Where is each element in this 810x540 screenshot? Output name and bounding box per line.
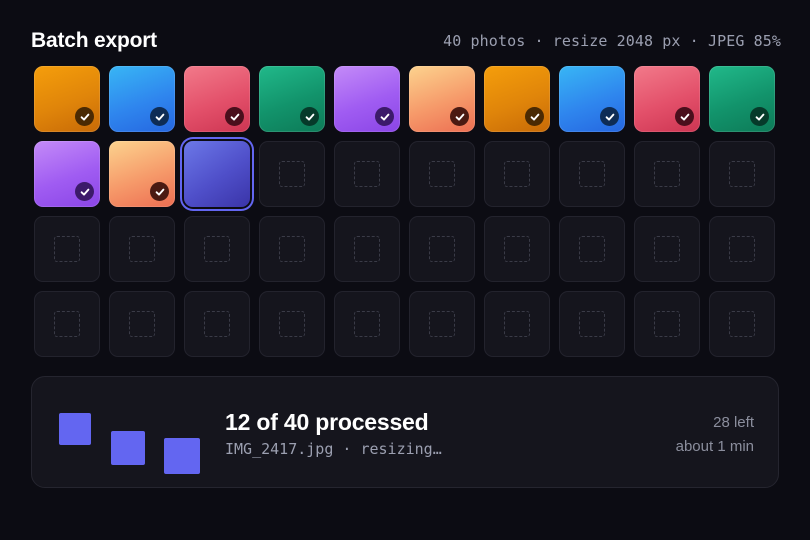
image-placeholder-icon <box>204 236 230 262</box>
photo-thumbnail-pending[interactable] <box>34 291 100 357</box>
photo-thumbnail-processed[interactable] <box>634 66 700 132</box>
checkmark-icon <box>450 107 469 126</box>
photo-thumbnail-processed[interactable] <box>34 141 100 207</box>
image-placeholder-icon <box>429 236 455 262</box>
checkmark-icon <box>675 107 694 126</box>
photo-thumbnail-pending[interactable] <box>109 291 175 357</box>
photo-thumbnail-pending[interactable] <box>709 216 775 282</box>
photo-thumbnail-pending[interactable] <box>259 291 325 357</box>
photo-thumbnail-pending[interactable] <box>334 216 400 282</box>
checkmark-icon <box>375 107 394 126</box>
photo-thumbnail-pending[interactable] <box>259 216 325 282</box>
photo-thumbnail-processing[interactable] <box>184 141 250 207</box>
time-estimate: about 1 min <box>675 438 754 455</box>
image-placeholder-icon <box>504 161 530 187</box>
checkmark-icon <box>525 107 544 126</box>
image-placeholder-icon <box>654 236 680 262</box>
processing-animation-square <box>59 413 91 445</box>
photo-thumbnail-processed[interactable] <box>34 66 100 132</box>
photo-thumbnail-pending[interactable] <box>559 291 625 357</box>
image-placeholder-icon <box>429 311 455 337</box>
photo-thumbnail-processed[interactable] <box>259 66 325 132</box>
processing-animation-square <box>164 438 200 474</box>
checkmark-icon <box>300 107 319 126</box>
photo-thumbnail-pending[interactable] <box>259 141 325 207</box>
photo-thumbnail-processed[interactable] <box>109 141 175 207</box>
image-placeholder-icon <box>654 311 680 337</box>
checkmark-icon <box>75 182 94 201</box>
image-placeholder-icon <box>54 311 80 337</box>
thumbnail-grid <box>34 66 775 357</box>
photo-thumbnail-pending[interactable] <box>34 216 100 282</box>
image-placeholder-icon <box>279 161 305 187</box>
header: Batch export 40 photos · resize 2048 px … <box>31 26 781 56</box>
image-placeholder-icon <box>729 161 755 187</box>
photo-thumbnail-pending[interactable] <box>409 141 475 207</box>
progress-summary: 12 of 40 processed <box>225 409 429 435</box>
image-placeholder-icon <box>54 236 80 262</box>
image-placeholder-icon <box>204 311 230 337</box>
checkmark-icon <box>750 107 769 126</box>
image-placeholder-icon <box>129 236 155 262</box>
image-placeholder-icon <box>279 311 305 337</box>
photo-thumbnail-pending[interactable] <box>484 141 550 207</box>
image-placeholder-icon <box>504 236 530 262</box>
photo-thumbnail-pending[interactable] <box>634 216 700 282</box>
photo-thumbnail-pending[interactable] <box>334 291 400 357</box>
image-placeholder-icon <box>354 236 380 262</box>
photo-thumbnail-pending[interactable] <box>334 141 400 207</box>
photo-thumbnail-pending[interactable] <box>634 291 700 357</box>
photo-thumbnail-processed[interactable] <box>709 66 775 132</box>
checkmark-icon <box>225 107 244 126</box>
remaining-count: 28 left <box>713 414 754 431</box>
photo-thumbnail-pending[interactable] <box>109 216 175 282</box>
photo-thumbnail-pending[interactable] <box>709 141 775 207</box>
checkmark-icon <box>75 107 94 126</box>
image-placeholder-icon <box>279 236 305 262</box>
export-settings-summary: 40 photos · resize 2048 px · JPEG 85% <box>443 32 781 50</box>
photo-thumbnail-processed[interactable] <box>109 66 175 132</box>
photo-thumbnail-pending[interactable] <box>634 141 700 207</box>
image-placeholder-icon <box>729 311 755 337</box>
image-placeholder-icon <box>129 311 155 337</box>
remaining-info: 28 left about 1 min <box>676 411 754 459</box>
photo-thumbnail-processed[interactable] <box>334 66 400 132</box>
checkmark-icon <box>600 107 619 126</box>
checkmark-icon <box>150 107 169 126</box>
photo-thumbnail-processed[interactable] <box>184 66 250 132</box>
page-title: Batch export <box>31 29 157 52</box>
image-placeholder-icon <box>654 161 680 187</box>
photo-thumbnail-processed[interactable] <box>559 66 625 132</box>
image-placeholder-icon <box>579 236 605 262</box>
current-file-status: IMG_2417.jpg · resizing… <box>225 440 442 458</box>
image-placeholder-icon <box>579 161 605 187</box>
photo-thumbnail-processed[interactable] <box>484 66 550 132</box>
photo-thumbnail-pending[interactable] <box>484 291 550 357</box>
image-placeholder-icon <box>354 311 380 337</box>
photo-thumbnail-pending[interactable] <box>559 141 625 207</box>
photo-thumbnail-pending[interactable] <box>184 291 250 357</box>
processing-animation-square <box>111 431 145 465</box>
photo-thumbnail-pending[interactable] <box>409 291 475 357</box>
photo-thumbnail-pending[interactable] <box>184 216 250 282</box>
progress-panel: 12 of 40 processed IMG_2417.jpg · resizi… <box>31 376 779 488</box>
image-placeholder-icon <box>504 311 530 337</box>
photo-thumbnail-pending[interactable] <box>709 291 775 357</box>
checkmark-icon <box>150 182 169 201</box>
image-placeholder-icon <box>729 236 755 262</box>
photo-thumbnail-processed[interactable] <box>409 66 475 132</box>
image-placeholder-icon <box>579 311 605 337</box>
image-placeholder-icon <box>354 161 380 187</box>
photo-thumbnail-pending[interactable] <box>559 216 625 282</box>
photo-thumbnail-pending[interactable] <box>484 216 550 282</box>
progress-status: 12 of 40 processed IMG_2417.jpg · resizi… <box>225 409 442 458</box>
photo-thumbnail-pending[interactable] <box>409 216 475 282</box>
image-placeholder-icon <box>429 161 455 187</box>
